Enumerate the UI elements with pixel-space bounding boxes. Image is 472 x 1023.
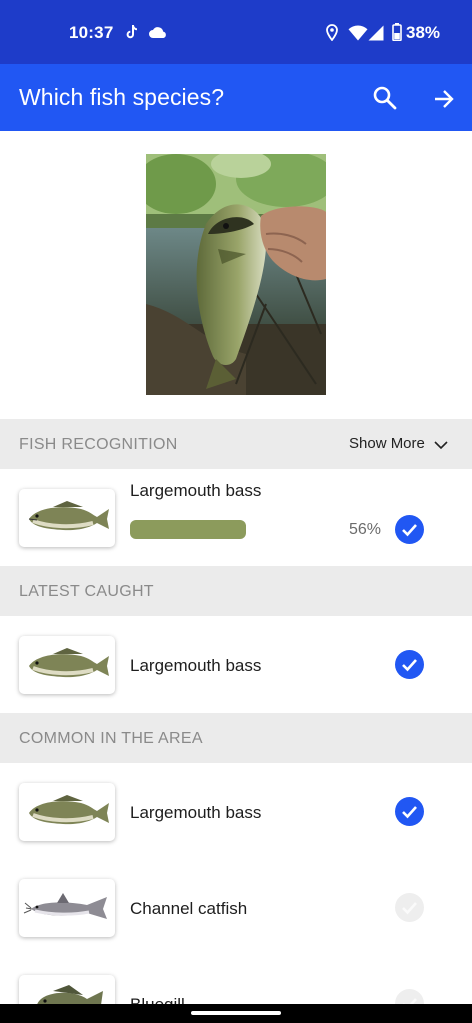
- cloud-icon: [149, 27, 166, 38]
- common-row-largemouth-bass[interactable]: Largemouth bass: [0, 763, 472, 859]
- battery-percentage: 38%: [406, 23, 441, 42]
- search-icon[interactable]: [372, 85, 398, 111]
- fish-name: Channel catfish: [130, 899, 248, 918]
- wifi-icon: [348, 25, 368, 41]
- fish-recognition-header: FISH RECOGNITION Show More: [0, 419, 472, 469]
- largemouth-bass-icon: [29, 795, 109, 825]
- status-bar: 10:37 38%: [0, 0, 472, 64]
- channel-catfish-thumbnail: [19, 879, 115, 937]
- section-title: LATEST CAUGHT: [19, 583, 154, 600]
- largemouth-bass-thumbnail: [19, 783, 115, 841]
- channel-catfish-icon: [23, 893, 107, 919]
- selected-check-icon[interactable]: [395, 797, 424, 826]
- catch-photo[interactable]: [146, 154, 326, 395]
- largemouth-bass-icon: [28, 501, 109, 531]
- confidence-bar-fill: [130, 520, 246, 539]
- status-time: 10:37: [69, 23, 114, 42]
- largemouth-bass-thumbnail: [19, 636, 115, 694]
- section-title: FISH RECOGNITION: [19, 436, 178, 453]
- catch-photo-image: [146, 154, 326, 395]
- location-icon: [326, 24, 338, 41]
- confidence-percent: 56%: [349, 521, 382, 538]
- fish-name: Largemouth bass: [130, 656, 262, 675]
- chevron-down-icon[interactable]: [433, 439, 449, 451]
- unselected-check-icon[interactable]: [395, 893, 424, 922]
- app-bar: Which fish species?: [0, 64, 472, 131]
- latest-caught-row[interactable]: Largemouth bass: [0, 616, 472, 712]
- recognition-row[interactable]: Largemouth bass: [0, 469, 472, 565]
- common-row-channel-catfish[interactable]: Channel catfish: [0, 859, 472, 955]
- fish-name: Largemouth bass: [130, 803, 262, 822]
- page-title: Which fish species?: [19, 84, 225, 110]
- home-gesture-handle[interactable]: [191, 1011, 281, 1015]
- tiktok-icon: [126, 25, 137, 39]
- confidence-bar: [130, 520, 330, 539]
- section-title: COMMON IN THE AREA: [19, 730, 203, 747]
- common-in-area-header: COMMON IN THE AREA: [0, 713, 472, 763]
- signal-icon: [368, 25, 384, 41]
- fish-name: Largemouth bass: [130, 481, 262, 500]
- arrow-right-icon[interactable]: [432, 87, 456, 111]
- selected-check-icon[interactable]: [395, 515, 424, 544]
- battery-icon: [392, 23, 402, 41]
- latest-caught-header: LATEST CAUGHT: [0, 566, 472, 616]
- largemouth-bass-icon: [29, 648, 109, 678]
- selected-check-icon[interactable]: [395, 650, 424, 679]
- largemouth-bass-thumbnail: [19, 489, 115, 547]
- show-more-button[interactable]: Show More: [349, 435, 425, 452]
